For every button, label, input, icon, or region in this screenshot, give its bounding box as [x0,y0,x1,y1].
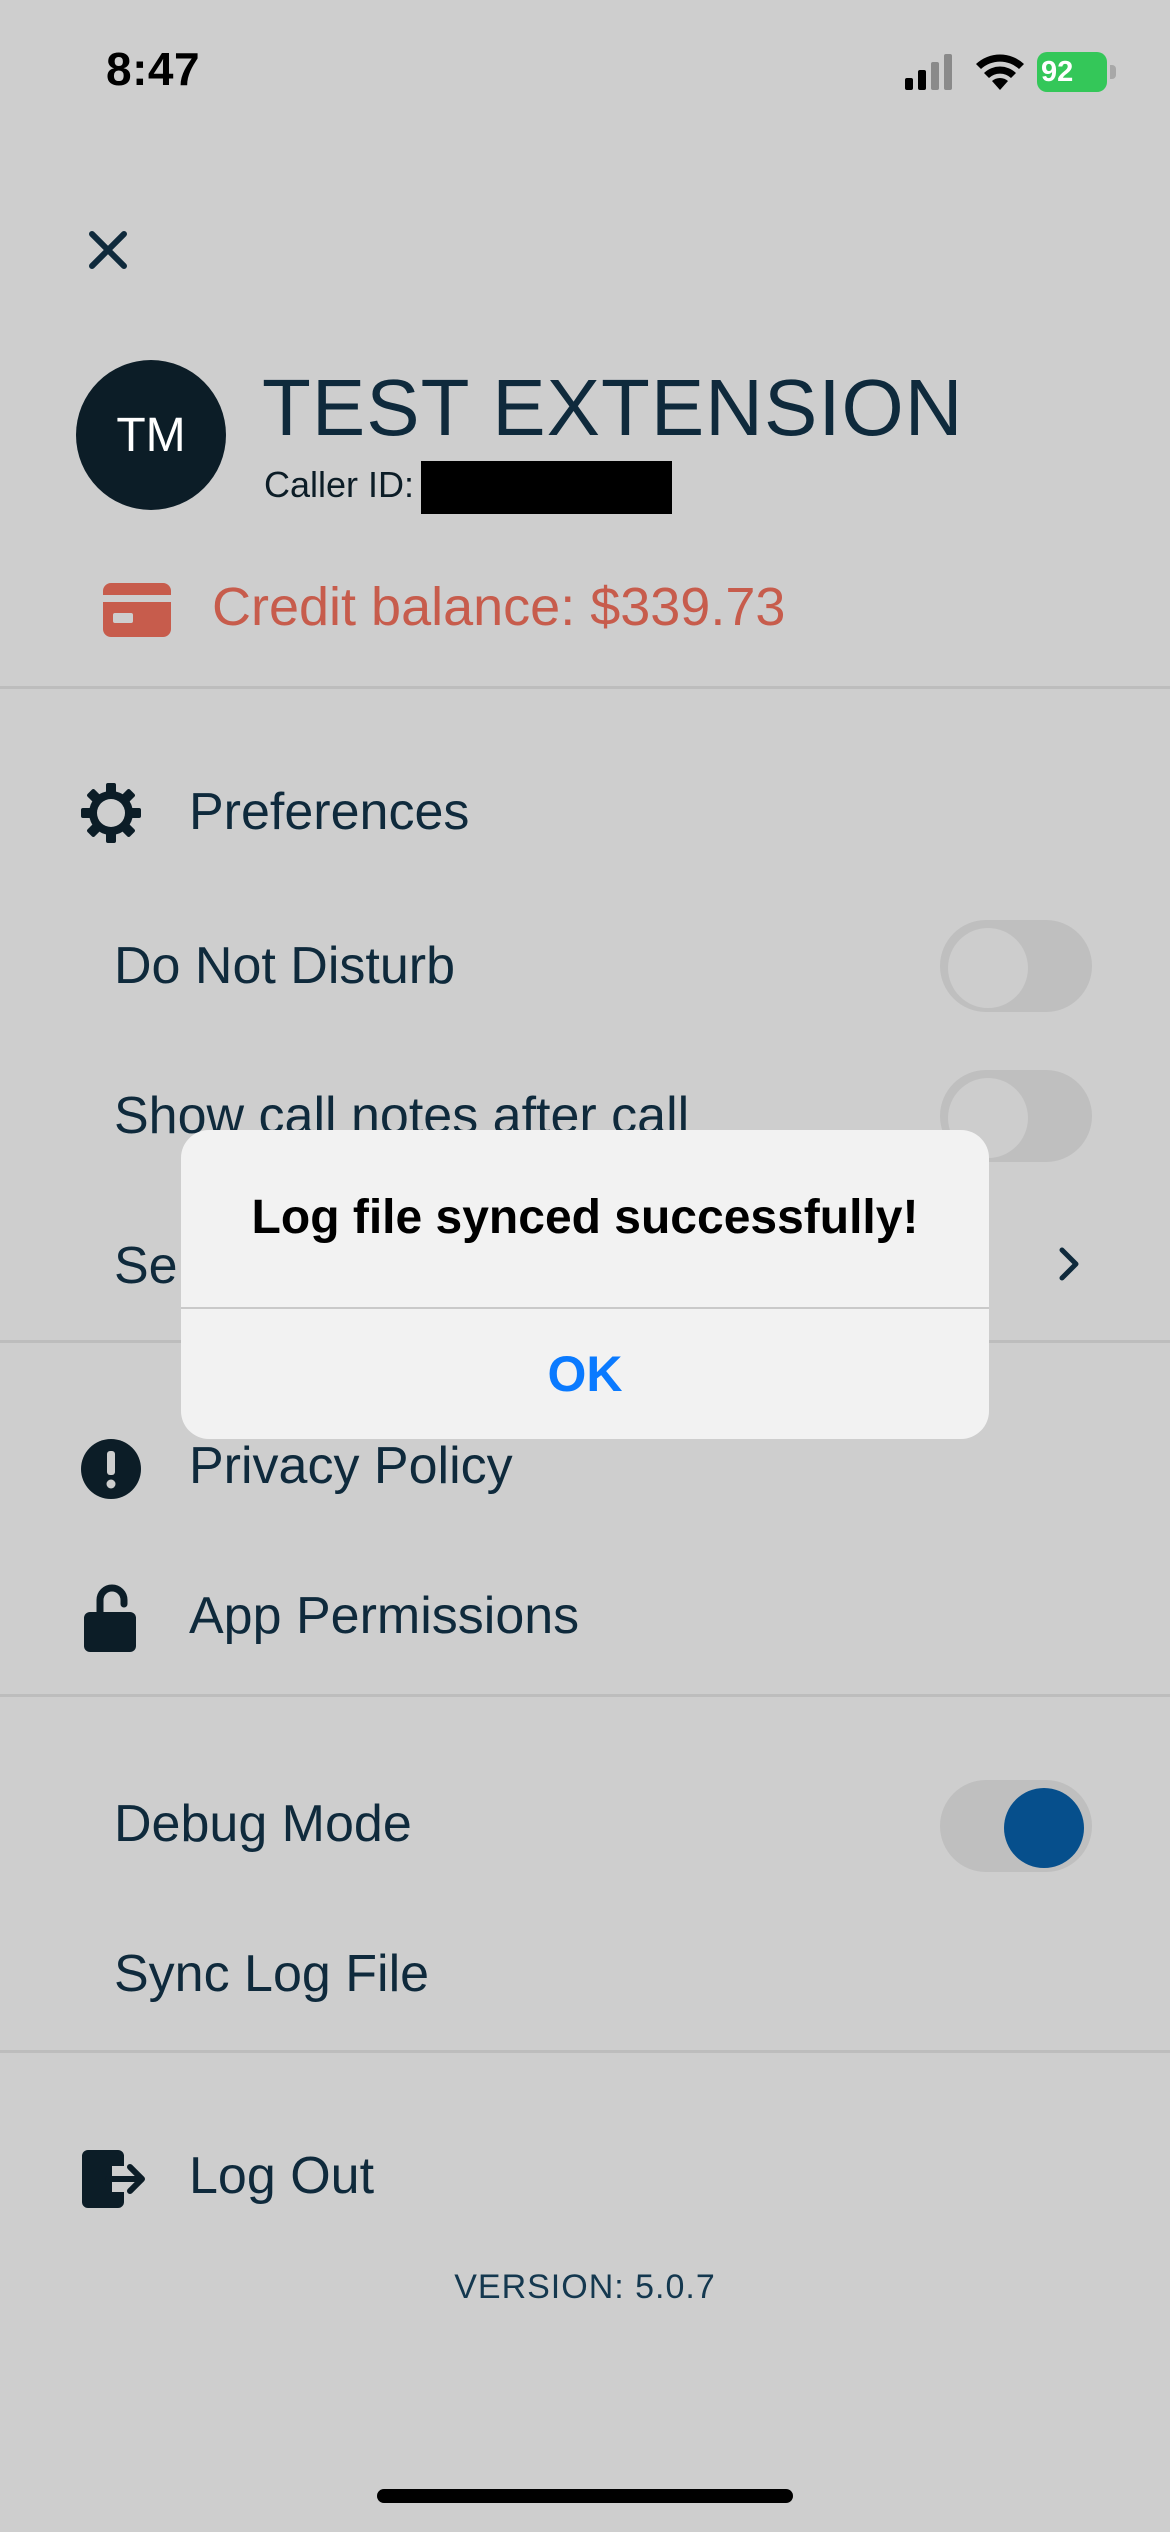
close-icon[interactable] [82,224,134,276]
alert-title: Log file synced successfully! [251,1191,919,1244]
debug-mode-toggle[interactable] [940,1780,1092,1872]
select-row-label[interactable]: Sel [114,1236,189,1296]
profile-name: TEST EXTENSION [262,363,964,452]
privacy-policy-label[interactable]: Privacy Policy [189,1436,513,1496]
preferences-label[interactable]: Preferences [189,782,469,842]
gear-icon [81,783,141,843]
status-time: 8:47 [106,43,201,95]
caller-id-label: Caller ID: [264,464,415,505]
divider [0,686,1170,689]
debug-mode-label: Debug Mode [114,1795,412,1853]
battery-level: 92 [1041,56,1074,88]
caller-id-redacted [421,461,672,514]
home-indicator[interactable] [377,2489,793,2503]
chevron-right-icon[interactable] [1054,1242,1084,1286]
do-not-disturb-toggle[interactable] [940,920,1092,1012]
credit-balance: Credit balance: $339.73 [212,577,786,637]
alert-ok-button[interactable]: OK [181,1309,989,1439]
log-out-label[interactable]: Log Out [189,2146,374,2206]
credit-card-icon [103,583,171,637]
divider [0,2050,1170,2053]
wifi-icon [976,54,1024,90]
divider [0,1694,1170,1697]
battery-icon: 92 [1037,52,1117,92]
do-not-disturb-label: Do Not Disturb [114,937,455,995]
cellular-signal-icon [905,54,952,90]
exclamation-circle-icon [81,1439,141,1499]
avatar: TM [76,360,226,510]
logout-icon [82,2150,145,2208]
unlock-icon [84,1584,136,1652]
sync-log-file-label[interactable]: Sync Log File [114,1944,429,2004]
alert-dialog: Log file synced successfully! OK [181,1130,989,1439]
app-permissions-label[interactable]: App Permissions [189,1586,579,1646]
app-version: VERSION: 5.0.7 [454,2268,716,2306]
